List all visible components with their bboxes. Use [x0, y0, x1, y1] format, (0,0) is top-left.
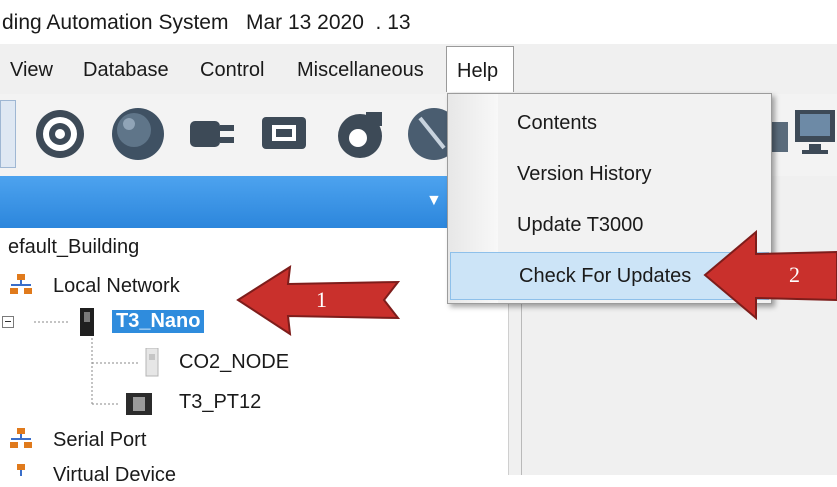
callout-number-2: 2 [789, 262, 800, 287]
callout-arrow-2 [703, 229, 837, 321]
callout-arrows [236, 229, 837, 336]
callout-number-1: 1 [316, 287, 327, 312]
